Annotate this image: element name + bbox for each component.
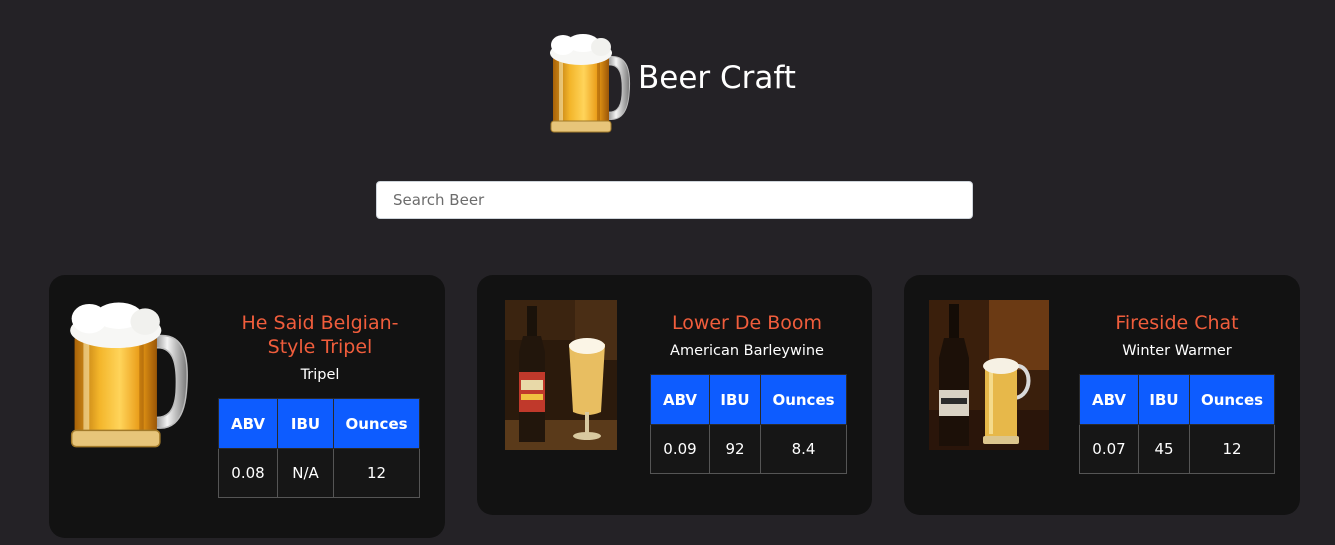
beer-mug-icon bbox=[67, 301, 191, 451]
beer-stats-table: ABV IBU Ounces 0.08 N/A 12 bbox=[218, 398, 420, 498]
beer-style: Tripel bbox=[300, 367, 340, 383]
ounces-value: 12 bbox=[333, 448, 420, 498]
beer-style: Winter Warmer bbox=[1122, 343, 1232, 359]
ounces-header: Ounces bbox=[333, 398, 420, 449]
abv-value: 0.08 bbox=[218, 448, 278, 498]
ounces-value: 8.4 bbox=[760, 424, 847, 474]
beer-mug-icon bbox=[549, 33, 631, 135]
ibu-header: IBU bbox=[709, 374, 761, 425]
beer-card[interactable]: Fireside Chat Winter Warmer ABV IBU Ounc… bbox=[904, 275, 1300, 515]
beer-stats-table: ABV IBU Ounces 0.07 45 12 bbox=[1079, 374, 1275, 474]
beer-name: He Said Belgian- Style Tripel bbox=[241, 312, 399, 358]
ibu-value: 92 bbox=[709, 424, 761, 474]
abv-header: ABV bbox=[650, 374, 710, 425]
beer-card[interactable]: He Said Belgian- Style Tripel Tripel ABV … bbox=[49, 275, 445, 538]
beer-info: Lower De Boom American Barleywine bbox=[642, 311, 852, 361]
ibu-header: IBU bbox=[1138, 374, 1190, 425]
ibu-value: N/A bbox=[277, 448, 334, 498]
ounces-header: Ounces bbox=[760, 374, 847, 425]
abv-header: ABV bbox=[1079, 374, 1139, 425]
abv-value: 0.09 bbox=[650, 424, 710, 474]
beer-info: Fireside Chat Winter Warmer bbox=[1072, 311, 1282, 361]
beer-bottle-and-glass-photo bbox=[505, 300, 617, 450]
beer-stats-table: ABV IBU Ounces 0.09 92 8.4 bbox=[650, 374, 847, 474]
beer-name: Lower De Boom bbox=[671, 312, 823, 334]
search-input[interactable] bbox=[376, 181, 973, 219]
app-title: Beer Craft bbox=[638, 60, 796, 96]
ounces-header: Ounces bbox=[1189, 374, 1275, 425]
beer-card[interactable]: Lower De Boom American Barleywine ABV IB… bbox=[477, 275, 872, 515]
ounces-value: 12 bbox=[1189, 424, 1275, 474]
beer-name: Fireside Chat bbox=[1115, 312, 1239, 334]
header: Beer Craft bbox=[0, 0, 1335, 150]
ibu-header: IBU bbox=[277, 398, 334, 449]
beer-bottle-and-mug-photo bbox=[929, 300, 1049, 450]
ibu-value: 45 bbox=[1138, 424, 1190, 474]
abv-value: 0.07 bbox=[1079, 424, 1139, 474]
beer-style: American Barleywine bbox=[670, 343, 824, 359]
abv-header: ABV bbox=[218, 398, 278, 449]
beer-info: He Said Belgian- Style Tripel Tripel bbox=[215, 311, 425, 385]
